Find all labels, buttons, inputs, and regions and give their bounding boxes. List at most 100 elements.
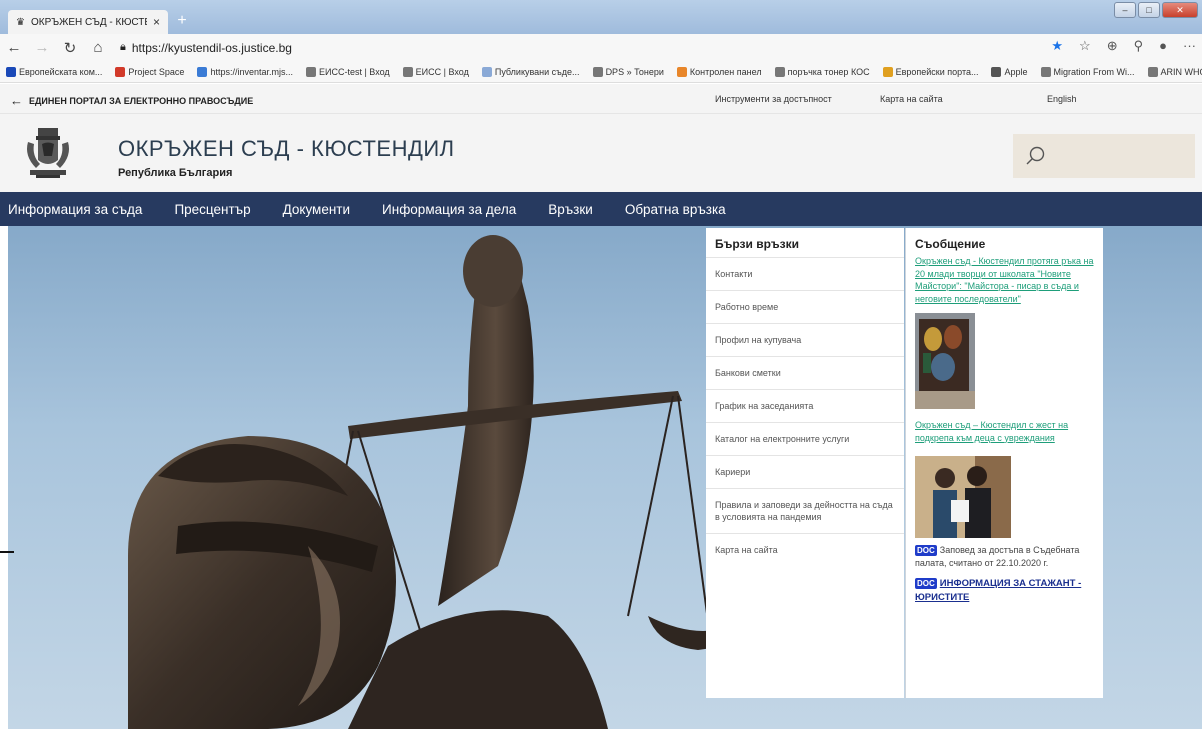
divider-line (0, 551, 14, 553)
bookmark-favicon-icon (115, 66, 126, 77)
doc-file-icon: DOC (915, 545, 937, 556)
bookmark-label: ARIN WHOIS Datab... (1160, 66, 1202, 77)
bookmark-favicon-icon (676, 66, 687, 77)
quick-link-contacts[interactable]: Контакти (706, 257, 904, 290)
bookmark-item[interactable]: Европейската ком... (0, 66, 109, 77)
bookmark-label: Европейската ком... (19, 66, 103, 77)
lock-icon: 🔒︎ (120, 41, 126, 53)
doc-item-access-order[interactable]: DOC Заповед за достъпа в Съдебната палата… (915, 544, 1095, 569)
nav-press-center[interactable]: Пресцентър (174, 202, 266, 217)
bookmark-label: Публикувани съде... (494, 66, 580, 77)
bookmark-label: ЕИСС-test | Вход (318, 66, 390, 77)
court-name[interactable]: ОКРЪЖЕН СЪД - КЮСТЕНДИЛ (118, 136, 455, 162)
bookmark-label: Migration From Wi... (1053, 66, 1135, 77)
bookmark-item[interactable]: DPS » Тонери (587, 66, 671, 77)
bookmark-label: DPS » Тонери (605, 66, 664, 77)
bookmark-favicon-icon (481, 66, 492, 77)
browser-tab[interactable]: ♛ ОКРЪЖЕН СЪД - КЮСТЕНДИЛ × (8, 10, 168, 34)
accessibility-link[interactable]: Инструменти за достъпност (715, 94, 832, 104)
bookmark-favicon-icon (1147, 66, 1158, 77)
bookmark-favicon-icon (1040, 66, 1051, 77)
bookmark-favicon-icon (774, 66, 785, 77)
bookmark-label: Project Space (128, 66, 185, 77)
quick-link-sitemap[interactable]: Карта на сайта (706, 533, 904, 566)
forward-icon[interactable]: → (28, 39, 56, 56)
bookmark-item[interactable]: Публикувани съде... (476, 66, 587, 77)
bookmark-label: Apple (1004, 66, 1028, 77)
bookmark-item[interactable]: поръчка тонер КОС (769, 66, 877, 77)
back-icon[interactable]: ← (0, 39, 28, 56)
site-header: ОКРЪЖЕН СЪД - КЮСТЕНДИЛ Република Българ… (0, 114, 1202, 192)
nav-documents[interactable]: Документи (283, 202, 366, 217)
extensions-icon[interactable]: ⚲ (1134, 38, 1144, 54)
nav-case-info[interactable]: Информация за дела (382, 202, 532, 217)
favorite-star-icon[interactable]: ★ (1051, 38, 1063, 54)
bookmark-favicon-icon (592, 66, 603, 77)
bookmark-item[interactable]: Migration From Wi... (1035, 66, 1142, 77)
doc-link-trainee-info: ИНФОРМАЦИЯ ЗА СТАЖАНТ - ЮРИСТИТЕ (915, 578, 1082, 603)
bookmark-item[interactable]: https://inventar.mjs... (191, 66, 300, 77)
sitemap-link[interactable]: Карта на сайта (880, 94, 943, 104)
bookmark-item[interactable]: Европейски порта... (877, 66, 986, 77)
profile-icon[interactable]: ● (1159, 38, 1167, 54)
bookmark-favicon-icon (882, 66, 893, 77)
bookmark-item[interactable]: ARIN WHOIS Datab... (1142, 66, 1202, 77)
site-favicon-icon: ♛ (16, 16, 25, 28)
bookmark-favicon-icon (305, 66, 316, 77)
bookmark-item[interactable]: ЕИСС | Вход (397, 66, 476, 77)
bookmark-label: Европейски порта... (895, 66, 979, 77)
bookmark-label: ЕИСС | Вход (415, 66, 469, 77)
refresh-icon[interactable]: ↻ (56, 39, 84, 57)
bookmark-favicon-icon (6, 66, 16, 77)
main-navigation: Информация за съда Пресцентър Документи … (0, 192, 1202, 226)
quick-link-pandemic-rules[interactable]: Правила и заповеди за дейността на съда … (706, 488, 904, 533)
news-photo-painting[interactable] (915, 313, 975, 409)
browser-toolbar-icons: ★ ☆ ⊕ ⚲ ● ··· (1051, 38, 1196, 54)
favorites-icon[interactable]: ☆ (1079, 38, 1091, 54)
nav-feedback[interactable]: Обратна връзка (625, 202, 742, 217)
home-icon[interactable]: ⌂ (84, 39, 112, 56)
quick-link-hearings-schedule[interactable]: График на заседанията (706, 389, 904, 422)
doc-item-trainee-info[interactable]: DOC ИНФОРМАЦИЯ ЗА СТАЖАНТ - ЮРИСТИТЕ (915, 577, 1095, 604)
nav-court-info[interactable]: Информация за съда (8, 202, 158, 217)
portal-strip: ← ЕДИНЕН ПОРТАЛ ЗА ЕЛЕКТРОННО ПРАВОСЪДИЕ… (0, 84, 1202, 114)
quick-link-careers[interactable]: Кариери (706, 455, 904, 488)
search-icon (1026, 146, 1045, 165)
bookmark-item[interactable]: Apple (985, 66, 1034, 77)
coat-of-arms-icon[interactable] (22, 126, 74, 180)
quick-link-e-services-catalog[interactable]: Каталог на електронните услуги (706, 422, 904, 455)
tab-close-icon[interactable]: × (153, 15, 160, 29)
messages-panel: Съобщение Окръжен съд - Кюстендил протяг… (905, 228, 1103, 698)
arrow-left-icon: ← (10, 93, 23, 108)
messages-title: Съобщение (915, 237, 986, 251)
nav-links[interactable]: Връзки (548, 202, 609, 217)
bookmark-favicon-icon (402, 66, 413, 77)
bookmark-item[interactable]: ЕИСС-test | Вход (300, 66, 397, 77)
bookmark-item[interactable]: Project Space (109, 66, 191, 77)
browser-tab-bar: ♛ ОКРЪЖЕН СЪД - КЮСТЕНДИЛ × + – □ ✕ (0, 0, 1202, 34)
bookmark-label: https://inventar.mjs... (210, 66, 293, 77)
maximize-icon[interactable]: □ (1138, 2, 1160, 18)
address-bar-row: ← → ↻ ⌂ 🔒︎ https://kyustendil-os.justice… (0, 34, 1202, 61)
address-input[interactable]: 🔒︎ https://kyustendil-os.justice.bg (120, 41, 292, 55)
quick-link-bank-accounts[interactable]: Банкови сметки (706, 356, 904, 389)
news-link-young-artists[interactable]: Окръжен съд - Кюстендил протяга ръка на … (915, 255, 1095, 305)
window-close-icon[interactable]: ✕ (1162, 2, 1198, 18)
quick-links-panel: Бързи връзки Контакти Работно време Проф… (706, 228, 904, 698)
menu-icon[interactable]: ··· (1183, 38, 1196, 54)
language-link[interactable]: English (1047, 94, 1077, 104)
bookmark-favicon-icon (197, 66, 208, 77)
new-tab-button[interactable]: + (172, 12, 192, 30)
quick-link-working-hours[interactable]: Работно време (706, 290, 904, 323)
news-photo-people[interactable] (915, 456, 1011, 538)
doc-text: Заповед за достъпа в Съдебната палата, с… (915, 545, 1080, 568)
news-link-children-support[interactable]: Окръжен съд – Кюстендил с жест на подкре… (915, 419, 1095, 444)
bookmark-item[interactable]: Контролен панел (671, 66, 769, 77)
search-button[interactable] (1013, 134, 1195, 178)
portal-back-link[interactable]: ← ЕДИНЕН ПОРТАЛ ЗА ЕЛЕКТРОННО ПРАВОСЪДИЕ (10, 93, 253, 108)
doc-file-icon: DOC (915, 578, 937, 589)
minimize-icon[interactable]: – (1114, 2, 1136, 18)
quick-link-buyer-profile[interactable]: Профил на купувача (706, 323, 904, 356)
collections-icon[interactable]: ⊕ (1107, 38, 1118, 54)
portal-back-label: ЕДИНЕН ПОРТАЛ ЗА ЕЛЕКТРОННО ПРАВОСЪДИЕ (29, 95, 254, 106)
